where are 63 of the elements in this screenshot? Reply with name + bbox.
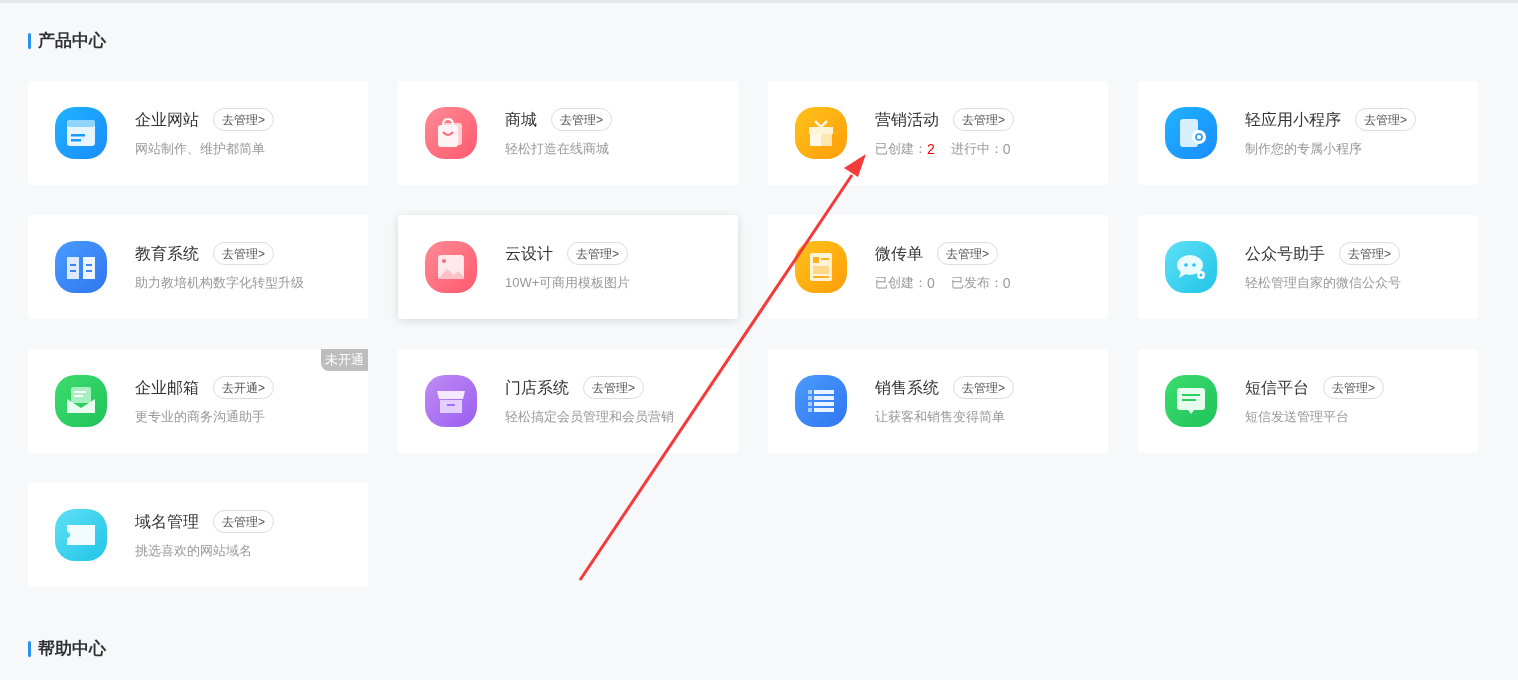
storefront-icon	[425, 375, 477, 427]
product-title: 门店系统	[505, 377, 569, 398]
product-card[interactable]: 云设计 去管理> 10W+可商用模板图片	[398, 215, 738, 319]
stat-label: 已创建：	[875, 274, 927, 292]
product-title: 短信平台	[1245, 377, 1309, 398]
product-description: 网站制作、维护都简单	[135, 140, 265, 158]
browser-window-icon	[55, 107, 107, 159]
product-description: 让获客和销售变得简单	[875, 408, 1005, 426]
shopping-bag-icon	[425, 107, 477, 159]
product-description: 更专业的商务沟通助手	[135, 408, 265, 426]
product-card[interactable]: 企业邮箱 去开通> 更专业的商务沟通助手 未开通	[28, 349, 368, 453]
image-icon	[425, 241, 477, 293]
product-title: 企业网站	[135, 109, 199, 130]
product-card[interactable]: 商城 去管理> 轻松打造在线商城	[398, 81, 738, 185]
product-card[interactable]: 公众号助手 去管理> 轻松管理自家的微信公众号	[1138, 215, 1478, 319]
flyer-icon	[795, 241, 847, 293]
product-card[interactable]: 轻应用小程序 去管理> 制作您的专属小程序	[1138, 81, 1478, 185]
stat-label: 已发布：	[950, 274, 1003, 292]
section-title: 帮助中心	[38, 638, 106, 661]
product-description: 挑选喜欢的网站域名	[135, 542, 252, 560]
product-title: 微传单	[875, 243, 923, 264]
product-title: 商城	[505, 109, 537, 130]
stat-value: 0	[1002, 274, 1011, 292]
section-marker	[28, 33, 31, 49]
product-card[interactable]: 微传单 去管理> 已创建：0 已发布：0	[768, 215, 1108, 319]
section-title: 产品中心	[38, 30, 106, 53]
product-title: 轻应用小程序	[1245, 109, 1341, 130]
product-title: 营销活动	[875, 109, 939, 130]
section-marker	[28, 641, 31, 657]
chat-bubble-gear-icon	[1165, 241, 1217, 293]
product-card[interactable]: 教育系统 去管理> 助力教培机构数字化转型升级	[28, 215, 368, 319]
stat-value: 0	[1002, 140, 1011, 158]
product-card[interactable]: 销售系统 去管理> 让获客和销售变得简单	[768, 349, 1108, 453]
open-book-icon	[55, 241, 107, 293]
product-card[interactable]: 营销活动 去管理> 已创建：2 进行中：0	[768, 81, 1108, 185]
product-title: 教育系统	[135, 243, 199, 264]
product-description: 轻松打造在线商城	[505, 140, 609, 158]
gift-box-icon	[795, 107, 847, 159]
product-card[interactable]: 门店系统 去管理> 轻松搞定会员管理和会员营销	[398, 349, 738, 453]
product-description: 助力教培机构数字化转型升级	[135, 274, 304, 292]
product-title: 销售系统	[875, 377, 939, 398]
product-card[interactable]: 企业网站 去管理> 网站制作、维护都简单	[28, 81, 368, 185]
status-badge: 未开通	[321, 349, 368, 371]
message-icon	[1165, 375, 1217, 427]
stat-label: 进行中：	[950, 140, 1003, 158]
phone-link-icon	[1165, 107, 1217, 159]
stat-label: 已创建：	[875, 140, 927, 158]
envelope-icon	[55, 375, 107, 427]
product-title: 云设计	[505, 243, 553, 264]
product-description: 制作您的专属小程序	[1245, 140, 1362, 158]
product-description: 10W+可商用模板图片	[505, 274, 631, 292]
product-card[interactable]: 短信平台 去管理> 短信发送管理平台	[1138, 349, 1478, 453]
stat-value: 2	[927, 140, 935, 158]
product-description: 轻松搞定会员管理和会员营销	[505, 408, 674, 426]
product-description: 轻松管理自家的微信公众号	[1245, 274, 1401, 292]
product-title: 企业邮箱	[135, 377, 199, 398]
stat-value: 0	[927, 274, 935, 292]
product-title: 域名管理	[135, 511, 199, 532]
product-card[interactable]: 域名管理 去管理> 挑选喜欢的网站域名	[28, 483, 368, 587]
ticket-icon	[55, 509, 107, 561]
list-icon	[795, 375, 847, 427]
product-title: 公众号助手	[1245, 243, 1325, 264]
product-description: 短信发送管理平台	[1245, 408, 1349, 426]
